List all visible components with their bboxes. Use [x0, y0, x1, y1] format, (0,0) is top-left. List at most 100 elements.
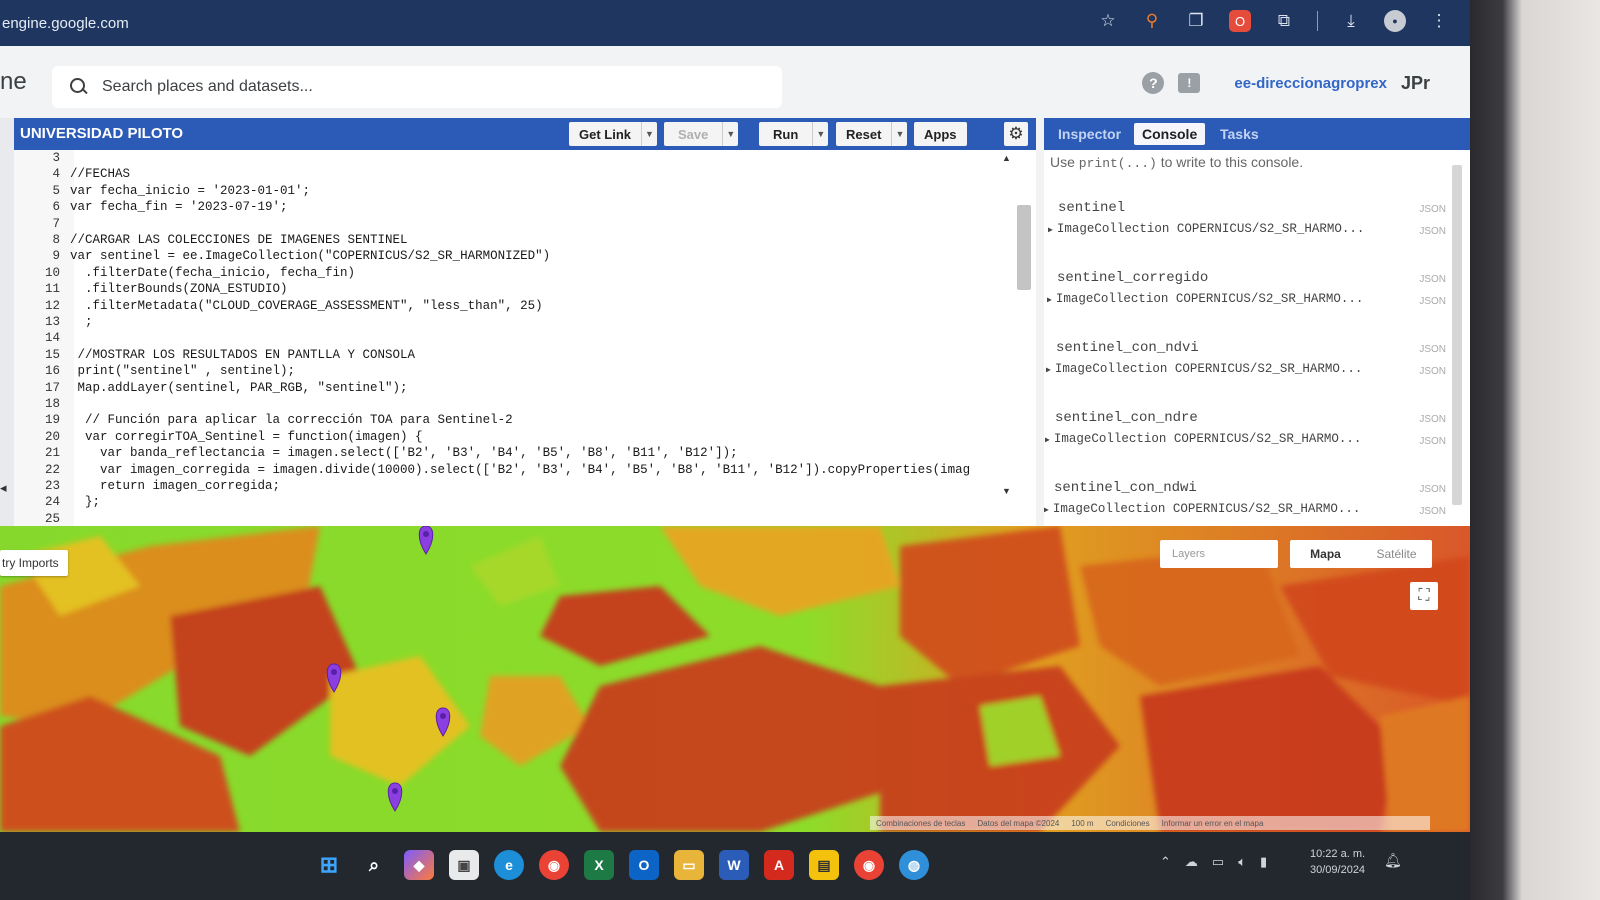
- code-line[interactable]: 9 var sentinel = ee.ImageCollection("COPE…: [14, 248, 1014, 265]
- tab-inspector[interactable]: Inspector: [1050, 123, 1129, 145]
- volume-icon[interactable]: 🔈︎: [1238, 854, 1246, 870]
- store-icon[interactable]: ▣: [449, 850, 479, 880]
- battery-icon[interactable]: ▮: [1260, 854, 1267, 870]
- json-button[interactable]: JSON: [1419, 344, 1446, 355]
- file-explorer-icon[interactable]: ▭: [674, 850, 704, 880]
- outlook-icon[interactable]: O: [629, 850, 659, 880]
- account-avatar[interactable]: JPr: [1401, 73, 1430, 94]
- get-link-button[interactable]: Get Link ▼: [569, 122, 658, 146]
- word-icon[interactable]: W: [719, 850, 749, 880]
- console-entry-value[interactable]: ▶ ImageCollection COPERNICUS/S2_SR_HARMO.…: [1047, 292, 1363, 306]
- expand-triangle-icon[interactable]: ▶: [1045, 436, 1050, 445]
- chrome-profile-icon[interactable]: ◉: [854, 850, 884, 880]
- code-line[interactable]: 15 //MOSTRAR LOS RESULTADOS EN PANTLLA Y…: [14, 347, 1014, 364]
- code-line[interactable]: 21 var banda_reflectancia = imagen.selec…: [14, 445, 1014, 462]
- console-scrollbar[interactable]: [1452, 165, 1462, 505]
- extension-copy-icon[interactable]: ❐: [1185, 10, 1207, 32]
- collapse-left-arrow-icon[interactable]: ◂: [0, 480, 7, 496]
- map-view[interactable]: try Imports Layers Mapa Satélite ⛶ Combi…: [0, 526, 1470, 832]
- help-icon[interactable]: ?: [1142, 72, 1165, 94]
- settings-gear-icon[interactable]: ⚙: [1004, 122, 1028, 146]
- scroll-down-arrow-icon[interactable]: ▼: [1002, 486, 1011, 496]
- attribution-report[interactable]: Informar un error en el mapa: [1162, 819, 1264, 828]
- expand-triangle-icon[interactable]: ▶: [1044, 506, 1049, 515]
- code-line[interactable]: 3: [14, 150, 1014, 167]
- fullscreen-icon[interactable]: ⛶: [1410, 582, 1438, 610]
- code-line[interactable]: 6 var fecha_fin = '2023-07-19';: [14, 199, 1014, 216]
- chrome-icon[interactable]: ◉: [539, 850, 569, 880]
- code-editor[interactable]: 3 4 //FECHAS 5 var fecha_inicio = '2023-01-0…: [14, 150, 1036, 526]
- code-line[interactable]: 22 var imagen_corregida = imagen.divide(…: [14, 462, 1014, 479]
- onedrive-cloud-icon[interactable]: ☁: [1185, 854, 1198, 870]
- code-line[interactable]: 10 .filterDate(fecha_inicio, fecha_fin): [14, 265, 1014, 282]
- sticky-notes-icon[interactable]: ▤: [809, 850, 839, 880]
- code-line[interactable]: 5 var fecha_inicio = '2023-01-01';: [14, 183, 1014, 200]
- attribution-terms[interactable]: Condiciones: [1106, 819, 1150, 828]
- tab-tasks[interactable]: Tasks: [1212, 123, 1267, 145]
- code-line[interactable]: 17 Map.addLayer(sentinel, PAR_RGB, "sent…: [14, 380, 1014, 397]
- code-line[interactable]: 7: [14, 216, 1014, 233]
- panel-divider[interactable]: [1036, 118, 1044, 526]
- json-button[interactable]: JSON: [1419, 226, 1446, 237]
- json-button[interactable]: JSON: [1419, 366, 1446, 377]
- extensions-puzzle-icon[interactable]: ⧉: [1273, 10, 1295, 32]
- json-button[interactable]: JSON: [1419, 484, 1446, 495]
- save-button[interactable]: Save ▼: [664, 122, 739, 146]
- code-line[interactable]: 11 .filterBounds(ZONA_ESTUDIO): [14, 281, 1014, 298]
- json-button[interactable]: JSON: [1419, 204, 1446, 215]
- account-name[interactable]: ee-direccionagroprex: [1234, 75, 1387, 92]
- code-line[interactable]: 14: [14, 330, 1014, 347]
- edge-icon[interactable]: e: [494, 850, 524, 880]
- json-button[interactable]: JSON: [1419, 296, 1446, 307]
- windows-start-icon[interactable]: ⊞: [314, 850, 344, 880]
- map-type-mapa[interactable]: Mapa: [1290, 540, 1361, 568]
- code-line[interactable]: 23 return imagen_corregida;: [14, 478, 1014, 495]
- notification-bell-icon[interactable]: 🔔︎: [1384, 852, 1402, 869]
- excel-icon[interactable]: X: [584, 850, 614, 880]
- expand-triangle-icon[interactable]: ▶: [1046, 366, 1051, 375]
- console-entry-value[interactable]: ▶ ImageCollection COPERNICUS/S2_SR_HARMO.…: [1045, 432, 1361, 446]
- copilot-icon[interactable]: ◆: [404, 850, 434, 880]
- extension-key-icon[interactable]: ⚲: [1141, 10, 1163, 32]
- reset-button[interactable]: Reset ▼: [836, 122, 908, 146]
- chevron-down-icon[interactable]: ▼: [641, 122, 657, 146]
- globe-icon[interactable]: ◍: [899, 850, 929, 880]
- search-icon[interactable]: ⌕: [359, 850, 389, 880]
- imports-button[interactable]: try Imports: [0, 550, 68, 576]
- code-line[interactable]: 4 //FECHAS: [14, 166, 1014, 183]
- acrobat-icon[interactable]: A: [764, 850, 794, 880]
- json-button[interactable]: JSON: [1419, 436, 1446, 447]
- expand-triangle-icon[interactable]: ▶: [1048, 226, 1053, 235]
- clock[interactable]: 10:22 a. m. 30/09/2024: [1310, 846, 1365, 878]
- chevron-down-icon[interactable]: ▼: [722, 122, 738, 146]
- code-scrollbar[interactable]: [1017, 205, 1031, 290]
- chevron-down-icon[interactable]: ▼: [891, 122, 907, 146]
- extension-opera-icon[interactable]: O: [1229, 10, 1251, 32]
- search-input[interactable]: [102, 78, 722, 96]
- code-line[interactable]: 8 //CARGAR LAS COLECCIONES DE IMAGENES SE…: [14, 232, 1014, 249]
- address-bar[interactable]: engine.google.com: [0, 15, 129, 32]
- code-line[interactable]: 18: [14, 396, 1014, 413]
- code-line[interactable]: 19 // Función para aplicar la corrección…: [14, 412, 1014, 429]
- monitor-icon[interactable]: ▭: [1212, 854, 1224, 870]
- browser-menu-icon[interactable]: ⋮: [1428, 10, 1450, 32]
- tab-console[interactable]: Console: [1134, 123, 1206, 145]
- run-button[interactable]: Run ▼: [759, 122, 829, 146]
- code-line[interactable]: 13 ;: [14, 314, 1014, 331]
- code-line[interactable]: 20 var corregirTOA_Sentinel = function(i…: [14, 429, 1014, 446]
- json-button[interactable]: JSON: [1419, 414, 1446, 425]
- map-type-satelite[interactable]: Satélite: [1361, 540, 1432, 568]
- json-button[interactable]: JSON: [1419, 506, 1446, 517]
- scroll-up-arrow-icon[interactable]: ▲: [1002, 153, 1011, 163]
- feedback-icon[interactable]: !: [1178, 73, 1201, 93]
- code-line[interactable]: 24 };: [14, 494, 1014, 511]
- console-entry-value[interactable]: ▶ ImageCollection COPERNICUS/S2_SR_HARMO.…: [1048, 222, 1364, 236]
- profile-avatar-icon[interactable]: ●: [1384, 10, 1406, 32]
- code-line[interactable]: 16 print("sentinel" , sentinel);: [14, 363, 1014, 380]
- console-entry-value[interactable]: ▶ ImageCollection COPERNICUS/S2_SR_HARMO.…: [1044, 502, 1360, 516]
- expand-triangle-icon[interactable]: ▶: [1047, 296, 1052, 305]
- code-line[interactable]: 12 .filterMetadata("CLOUD_COVERAGE_ASSES…: [14, 298, 1014, 315]
- chevron-down-icon[interactable]: ▼: [812, 122, 828, 146]
- layers-button[interactable]: Layers: [1160, 540, 1278, 568]
- attribution-shortcuts[interactable]: Combinaciones de teclas: [876, 819, 965, 828]
